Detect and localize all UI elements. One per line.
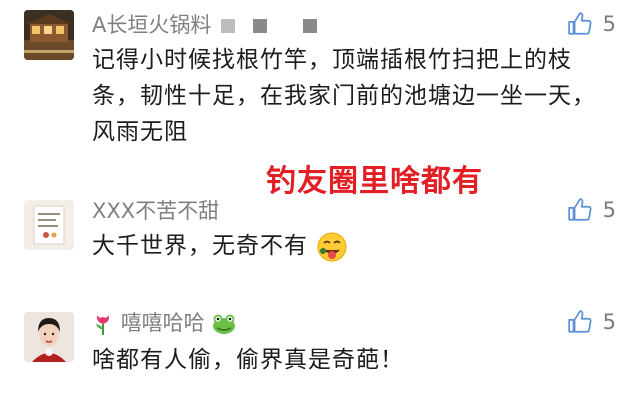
thumbs-up-icon [567,310,592,333]
comment-text-content: 大千世界，无奇不有 [92,233,308,259]
comment-text: 大千世界，无奇不有 [92,228,612,264]
woman-portrait-avatar [24,312,74,362]
username-text: 嘻嘻哈哈 [120,311,205,335]
thumbs-up-icon [567,198,592,221]
redaction-block [221,19,236,33]
comment-text: 啥都有人偷，偷界真是奇葩！ [92,347,404,373]
like-count: 5 [602,12,616,36]
avatar[interactable] [24,200,74,250]
restaurant-photo-avatar [24,10,74,60]
tulip-icon [96,315,110,335]
face-with-tongue-emoji [317,232,347,261]
like-count: 5 [602,310,616,334]
comment-item: 嘻嘻哈哈 5 啥都有人偷，偷界真是奇葩！ [0,300,640,407]
like-button[interactable]: 5 [567,10,616,38]
avatar[interactable] [24,10,74,60]
redaction-block [253,19,268,33]
comment-item: XXX不苦不甜 5 大千世界，无奇不有 [0,190,640,290]
like-button[interactable]: 5 [567,196,616,224]
note-card-avatar [24,200,74,250]
avatar[interactable] [24,312,74,362]
redaction-block [303,19,318,33]
username[interactable]: XXX不苦不甜 [92,198,219,224]
comment-text: 记得小时候找根竹竿，顶端插根竹扫把上的枝条，韧性十足，在我家门前的池塘边一坐一天… [92,47,596,145]
username[interactable]: A长垣火锅料 [92,12,318,38]
frog-icon [213,314,236,334]
username-text: A长垣火锅料 [92,13,212,37]
like-button[interactable]: 5 [567,308,616,336]
thumbs-up-icon [567,12,592,35]
username[interactable]: 嘻嘻哈哈 [92,310,237,336]
like-count: 5 [602,198,616,222]
comment-item: A长垣火锅料 5 记得小时候找根竹竿，顶端插根竹扫把上的枝条，韧性十足，在我家门… [0,0,640,160]
